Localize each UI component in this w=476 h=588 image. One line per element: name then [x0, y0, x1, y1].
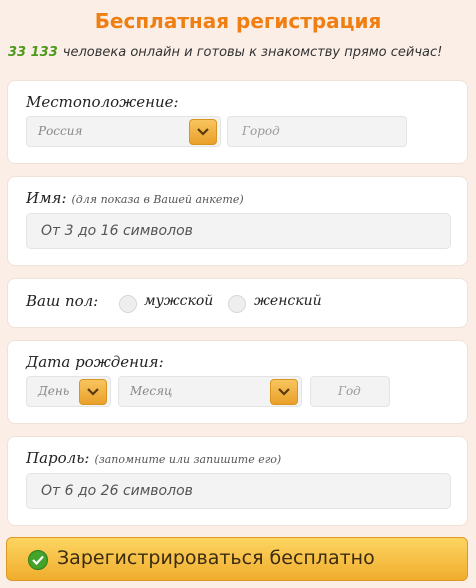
name-field[interactable]: От 3 до 16 символов: [26, 213, 451, 249]
day-value: День: [38, 384, 70, 398]
password-label-text: Пароль:: [26, 449, 90, 467]
password-card: Пароль: (запомните или запишите его) От 6…: [7, 436, 468, 526]
gender-female-label[interactable]: женский: [254, 293, 322, 309]
year-field[interactable]: Год: [310, 376, 390, 407]
name-placeholder: От 3 до 16 символов: [41, 223, 193, 239]
password-field[interactable]: От 6 до 26 символов: [26, 473, 451, 509]
chevron-down-icon[interactable]: [189, 119, 217, 145]
name-card: Имя: (для показа в Вашей анкете) От 3 до …: [7, 176, 468, 266]
online-status: 33 133 человека онлайн и готовы к знакомс…: [8, 45, 470, 60]
country-select[interactable]: Россия: [26, 116, 221, 147]
city-placeholder: Город: [242, 124, 280, 138]
name-label: Имя: (для показа в Вашей анкете): [26, 189, 244, 207]
online-count: 33 133: [8, 45, 58, 60]
password-hint: (запомните или запишите его): [94, 453, 282, 466]
online-text: человека онлайн и готовы к знакомству пр…: [62, 45, 443, 60]
check-circle-icon: [28, 550, 48, 570]
gender-male-label[interactable]: мужской: [144, 293, 213, 309]
birthdate-card: Дата рождения: День Месяц Год: [7, 340, 468, 424]
password-placeholder: От 6 до 26 символов: [41, 483, 193, 499]
password-label: Пароль: (запомните или запишите его): [26, 449, 281, 467]
register-button[interactable]: Зарегистрироваться бесплатно: [6, 537, 468, 581]
page-title: Бесплатная регистрация: [94, 9, 382, 33]
birthdate-label: Дата рождения:: [26, 353, 164, 371]
gender-card: Ваш пол: мужской женский: [7, 278, 468, 328]
chevron-down-icon[interactable]: [270, 379, 298, 405]
day-select[interactable]: День: [26, 376, 111, 407]
country-value: Россия: [38, 124, 83, 138]
city-field[interactable]: Город: [227, 116, 407, 147]
month-select[interactable]: Месяц: [118, 376, 302, 407]
chevron-down-icon[interactable]: [79, 379, 107, 405]
gender-male-radio[interactable]: [119, 295, 137, 313]
gender-female-radio[interactable]: [228, 295, 246, 313]
month-value: Месяц: [130, 384, 173, 398]
name-label-text: Имя:: [26, 189, 67, 207]
gender-label: Ваш пол:: [26, 292, 99, 310]
register-button-label: Зарегистрироваться бесплатно: [57, 547, 375, 569]
year-placeholder: Год: [338, 384, 361, 398]
location-label: Местоположение:: [26, 93, 179, 111]
name-hint: (для показа в Вашей анкете): [71, 193, 244, 206]
location-card: Местоположение: Россия Город: [7, 80, 468, 164]
